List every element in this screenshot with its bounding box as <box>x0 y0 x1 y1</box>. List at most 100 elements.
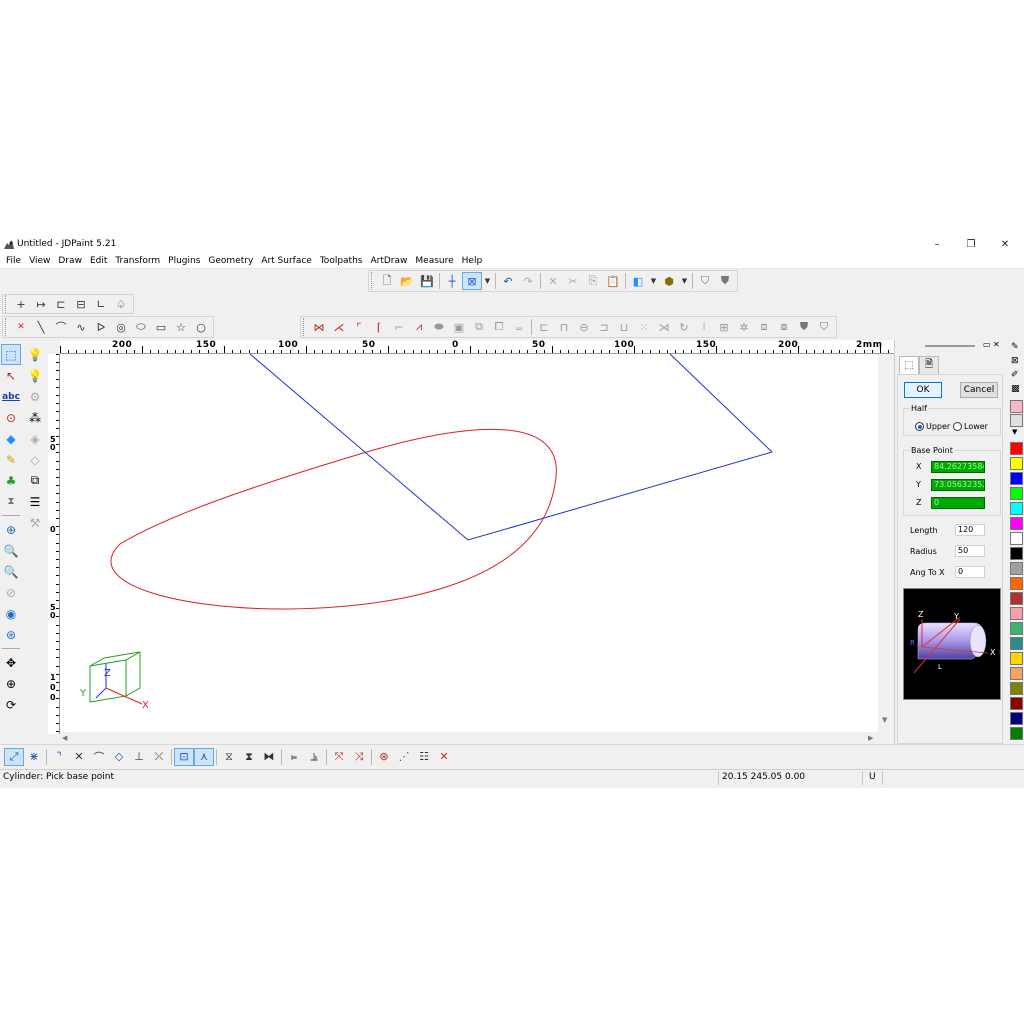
color-swatch[interactable] <box>1010 622 1023 635</box>
blend-icon[interactable]: ⩘ <box>409 318 429 336</box>
pen-color-icon[interactable]: ✎ <box>1011 342 1019 352</box>
align-top-icon[interactable]: ⊓ <box>554 318 574 336</box>
annotation-icon[interactable]: ♤ <box>111 295 131 313</box>
lower-radio[interactable] <box>953 422 962 431</box>
no-color-icon[interactable]: ⊠ <box>1011 356 1019 366</box>
radius-input[interactable]: 50 <box>955 545 985 557</box>
scroll-left-icon[interactable]: ◀ <box>62 734 67 742</box>
cut-icon[interactable]: ✂ <box>563 272 583 290</box>
paste-icon[interactable]: 📋 <box>603 272 623 290</box>
color-swatch[interactable] <box>1010 667 1023 680</box>
light-settings-icon[interactable]: ⚙ <box>25 386 45 407</box>
redo-icon[interactable]: ↷ <box>518 272 538 290</box>
color-swatch[interactable] <box>1010 577 1023 590</box>
split-icon[interactable]: ⧢ <box>509 318 529 336</box>
cancel-button[interactable]: Cancel <box>960 382 998 398</box>
color-swatch[interactable] <box>1010 682 1023 695</box>
snap-polar-icon[interactable]: ⋏ <box>194 747 214 766</box>
light-yellow-icon[interactable]: 💡 <box>25 365 45 386</box>
line-tool-icon[interactable]: ╲ <box>31 318 51 336</box>
color-swatch[interactable] <box>1010 400 1023 413</box>
close-window-button[interactable]: ✕ <box>988 236 1022 254</box>
mirror-icon[interactable]: ⋊ <box>654 318 674 336</box>
shield-right-icon[interactable]: ⛊ <box>715 272 735 290</box>
spline-tool-icon[interactable]: ∿ <box>71 318 91 336</box>
align-left-icon[interactable]: ⊏ <box>534 318 554 336</box>
angle-input[interactable]: 0 <box>955 566 985 578</box>
material-icon[interactable]: ◈ <box>25 428 45 449</box>
menu-edit[interactable]: Edit <box>86 254 111 268</box>
menu-plugins[interactable]: Plugins <box>164 254 204 268</box>
zoom-out-icon[interactable]: 🔍 <box>1 561 21 582</box>
base-x-input[interactable]: 84.262735847 <box>931 461 985 473</box>
menu-transform[interactable]: Transform <box>111 254 164 268</box>
ungroup-icon[interactable]: ⧇ <box>774 318 794 336</box>
color-swatch[interactable] <box>1010 547 1023 560</box>
join-icon[interactable]: ⧉ <box>469 318 489 336</box>
color-swatch[interactable] <box>1010 532 1023 545</box>
layers-icon[interactable]: ☰ <box>25 491 45 512</box>
menu-geometry[interactable]: Geometry <box>204 254 257 268</box>
node-edit-icon[interactable]: ↖ <box>1 365 21 386</box>
vertical-scrollbar[interactable]: ▼ <box>878 354 892 732</box>
view-eye-icon[interactable]: ◉ <box>1 603 21 624</box>
offset-icon[interactable]: ⬬ <box>429 318 449 336</box>
base-y-input[interactable]: 73.056323521 <box>931 479 985 491</box>
ok-button[interactable]: OK <box>904 382 942 398</box>
fill-tool-icon[interactable]: ◆ <box>1 428 21 449</box>
group-icon[interactable]: ⧈ <box>754 318 774 336</box>
undo-icon[interactable]: ↶ <box>498 272 518 290</box>
snap-surface-icon[interactable]: ⧖ <box>219 748 239 766</box>
snap-vertex-icon[interactable]: ⧓ <box>259 748 279 766</box>
color-swatch[interactable] <box>1010 502 1023 515</box>
snap-grid-icon[interactable]: ⊡ <box>174 747 194 766</box>
point-tool-icon[interactable]: + <box>11 295 31 313</box>
minimize-button[interactable]: – <box>920 236 954 254</box>
select-mode-icon[interactable]: ⊠ <box>462 272 482 290</box>
wave-icon[interactable]: ⧙ <box>694 318 714 336</box>
dimension-aligned-icon[interactable]: ⊟ <box>71 295 91 313</box>
base-z-input[interactable]: 0 <box>931 497 985 509</box>
scroll-down-icon[interactable]: ▼ <box>882 716 887 724</box>
orbit-icon[interactable]: ⟳ <box>1 694 21 715</box>
snap-midpoint-icon[interactable]: ⋇ <box>24 748 44 766</box>
render-dropdown-icon[interactable]: ▼ <box>648 272 659 290</box>
select-mode-dropdown-icon[interactable]: ▼ <box>482 272 493 290</box>
points-icon[interactable]: ⁂ <box>25 407 45 428</box>
star-tool-icon[interactable]: ☆ <box>171 318 191 336</box>
snap-disable-icon[interactable]: ⤧ <box>329 748 349 766</box>
color-swatch[interactable] <box>1010 637 1023 650</box>
align-bottom-icon[interactable]: ⊔ <box>614 318 634 336</box>
corner-icon[interactable]: ⌐ <box>389 318 409 336</box>
snap-crosshair-icon[interactable]: ┼ <box>442 272 462 290</box>
menu-file[interactable]: File <box>2 254 25 268</box>
snap-endpoint-icon[interactable]: ⤢ <box>4 747 24 766</box>
rotate-icon[interactable]: ↻ <box>674 318 694 336</box>
new-file-icon[interactable]: 🗋 <box>377 272 397 290</box>
maximize-button[interactable]: ❐ <box>954 236 988 254</box>
shield-solid-icon[interactable]: ⛊ <box>794 318 814 336</box>
ellipse-tool-icon[interactable]: ⬭ <box>131 318 151 336</box>
break-icon[interactable]: ⧠ <box>489 318 509 336</box>
snap-center-icon[interactable]: ◇ <box>109 748 129 766</box>
color-swatch[interactable] <box>1010 727 1023 740</box>
extend-icon[interactable]: ⋌ <box>329 318 349 336</box>
zoom-all-icon[interactable]: ⊛ <box>1 624 21 645</box>
scroll-right-icon[interactable]: ▶ <box>868 734 873 742</box>
cylinder-base-curve[interactable] <box>110 428 557 610</box>
color-swatch[interactable] <box>1010 712 1023 725</box>
outline-icon[interactable]: ▣ <box>449 318 469 336</box>
snap-track-icon[interactable]: ⋰ <box>394 748 414 766</box>
grid-icon[interactable]: ⊞ <box>714 318 734 336</box>
render-shaded-icon[interactable]: ◧ <box>628 272 648 290</box>
color-swatch[interactable] <box>1010 562 1023 575</box>
trim-icon[interactable]: ⋈ <box>309 318 329 336</box>
arc-tool-icon[interactable]: ⌒ <box>51 318 71 336</box>
chamfer-icon[interactable]: ⌈ <box>369 318 389 336</box>
zoom-in-icon[interactable]: 🔍 <box>1 540 21 561</box>
panel-restore-icon[interactable]: ▭ <box>983 340 991 349</box>
render-solid-icon[interactable]: ⬢ <box>659 272 679 290</box>
shape-tool-icon[interactable]: ⊙ <box>1 407 21 428</box>
color-swatch[interactable] <box>1010 442 1023 455</box>
scatter-icon[interactable]: ✲ <box>734 318 754 336</box>
